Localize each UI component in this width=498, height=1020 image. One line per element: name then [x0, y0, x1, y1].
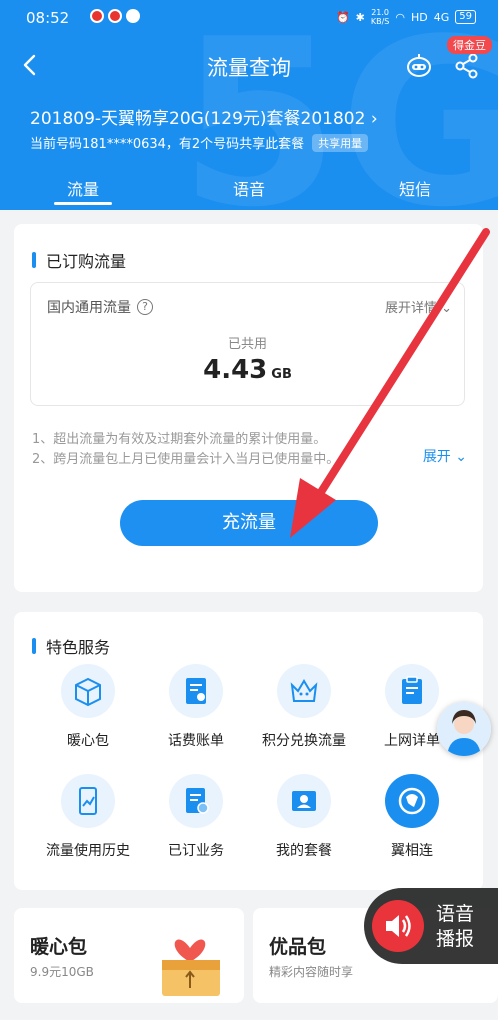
service-label: 流量使用历史	[46, 843, 130, 859]
voice-label: 语音 播报	[436, 902, 474, 952]
gift-box-illustration	[162, 939, 220, 996]
assistant-avatar[interactable]	[437, 702, 491, 756]
chevron-down-icon: ⌄	[441, 301, 452, 316]
subscribed-title-text: 已订购流量	[46, 252, 127, 271]
coin-badge[interactable]: 得金豆	[447, 36, 492, 54]
tab-sms[interactable]: 短信	[332, 172, 498, 208]
share-usage-tag[interactable]: 共享用量	[312, 133, 369, 152]
note-1: 1、超出流量为有效及过期套外流量的累计使用量。	[32, 432, 327, 447]
service-label: 我的套餐	[276, 843, 332, 859]
service-label: 话费账单	[168, 733, 224, 749]
speed-unit: KB/S	[370, 17, 390, 26]
network-speed: 21.0 KB/S	[371, 8, 390, 26]
app-notification-icon	[108, 9, 122, 23]
network-type: 4G	[433, 10, 450, 24]
promo-subtitle: 精彩内容随时享	[269, 965, 354, 979]
robot-assistant-icon[interactable]	[404, 52, 434, 80]
crown-icon	[277, 664, 331, 718]
chevron-down-icon: ⌄	[455, 449, 467, 465]
phone-link-icon	[385, 774, 439, 828]
plan-name[interactable]: 201809-天翼畅享20G(129元)套餐201802 ›	[30, 104, 378, 129]
wifi-icon: ◠	[395, 10, 405, 24]
recharge-data-button[interactable]: 充流量	[120, 500, 378, 546]
promo-card-warm-pack[interactable]: 暖心包 9.9元10GB	[14, 908, 244, 1003]
plan-name-text: 201809-天翼畅享20G(129元)套餐201802	[30, 109, 366, 129]
promo-title: 暖心包	[30, 936, 88, 958]
current-number-text: 当前号码181****0634，有2个号码共享此套餐	[30, 137, 305, 152]
alarm-icon: ⏰	[335, 10, 350, 24]
expand-detail-link[interactable]: 展开详情 ⌄	[385, 297, 452, 316]
speed-value: 21.0	[371, 8, 390, 17]
expand-notes-link[interactable]: 展开 ⌄	[423, 446, 467, 466]
hd-icon: HD	[410, 10, 428, 24]
promo-subtitle: 9.9元10GB	[30, 965, 94, 979]
speaker-icon	[372, 900, 424, 952]
note-2: 2、跨月流量包上月已使用量会计入当月已使用量中。	[32, 452, 340, 467]
service-label: 已订业务	[168, 843, 224, 859]
service-yi-xiang-lian[interactable]: 翼相连	[352, 774, 472, 860]
app-notification-icon	[90, 9, 104, 23]
bill-icon	[169, 664, 223, 718]
service-subscribed[interactable]: 已订业务	[136, 774, 256, 860]
subscribed-data-card: 已订购流量 国内通用流量 ? 展开详情 ⌄ 已共用 4.43 GB 1、超出流量为…	[14, 224, 483, 592]
status-bar: 08:52 ⏰ ✱ 21.0 KB/S ◠ HD 4G 59	[0, 0, 498, 36]
services-title: 特色服务	[32, 634, 110, 658]
service-label: 积分兑换流量	[262, 733, 346, 749]
clipboard-icon	[385, 664, 439, 718]
box-icon	[61, 664, 115, 718]
usage-value: 4.43	[203, 355, 268, 385]
help-icon[interactable]: ?	[137, 299, 153, 315]
bluetooth-icon: ✱	[355, 10, 365, 24]
service-points-exchange[interactable]: 积分兑换流量	[244, 664, 364, 750]
expand-text: 展开	[422, 449, 451, 465]
featured-services-card: 特色服务 暖心包 话费账单 积分兑换流量 上网详单 流量使用历史 已订业务 我的…	[14, 612, 483, 890]
domestic-data-text: 国内通用流量	[47, 300, 131, 316]
service-my-plan[interactable]: 我的套餐	[244, 774, 364, 860]
domestic-data-box: 国内通用流量 ? 展开详情 ⌄ 已共用 4.43 GB	[30, 282, 465, 406]
profile-card-icon	[277, 774, 331, 828]
title-accent-bar	[32, 638, 36, 654]
chevron-right-icon: ›	[370, 109, 378, 129]
title-accent-bar	[32, 252, 36, 268]
avatar-icon	[437, 702, 491, 756]
tab-bar: 流量 语音 短信	[0, 172, 498, 208]
domestic-data-label: 国内通用流量 ?	[47, 297, 153, 317]
service-bill[interactable]: 话费账单	[136, 664, 256, 750]
tab-voice[interactable]: 语音	[166, 172, 332, 208]
voice-line-1: 语音	[436, 903, 475, 925]
nav-bar: 流量查询	[0, 44, 498, 88]
promo-title: 优品包	[269, 936, 327, 958]
status-indicators: ⏰ ✱ 21.0 KB/S ◠ HD 4G 59	[336, 8, 476, 26]
service-warm-pack[interactable]: 暖心包	[28, 664, 148, 750]
phone-chart-icon	[61, 774, 115, 828]
current-number-line: 当前号码181****0634，有2个号码共享此套餐 共享用量	[30, 133, 369, 152]
tab-data[interactable]: 流量	[0, 172, 166, 208]
subscribed-title: 已订购流量	[32, 248, 126, 272]
doc-check-icon	[169, 774, 223, 828]
expand-detail-text: 展开详情	[384, 301, 437, 316]
header: 5G 08:52 ⏰ ✱ 21.0 KB/S ◠ HD 4G 59 流量查询 得…	[0, 0, 498, 210]
service-label: 暖心包	[67, 733, 109, 749]
service-usage-history[interactable]: 流量使用历史	[28, 774, 148, 860]
usage-amount: 4.43 GB	[31, 355, 464, 385]
share-icon[interactable]	[454, 52, 480, 80]
voice-line-2: 播报	[436, 928, 475, 950]
shared-label: 已共用	[227, 337, 267, 352]
status-app-icons	[90, 9, 140, 23]
service-label: 翼相连	[391, 843, 433, 859]
battery-icon: 59	[455, 10, 476, 24]
status-time: 08:52	[26, 9, 70, 27]
usage-unit: GB	[271, 367, 292, 382]
voice-broadcast-button[interactable]: 语音 播报	[364, 888, 498, 964]
wechat-icon	[126, 9, 140, 23]
services-title-text: 特色服务	[46, 638, 111, 657]
